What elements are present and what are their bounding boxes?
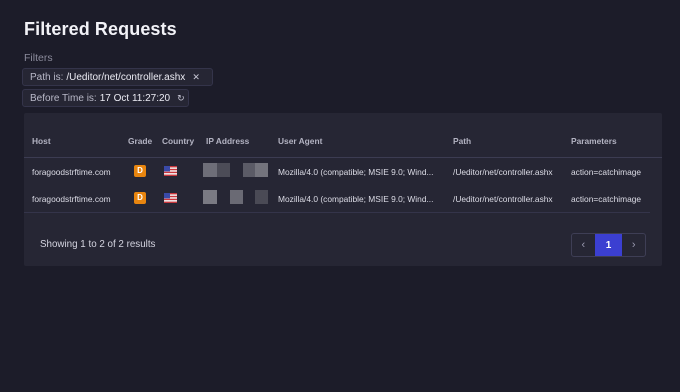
chevron-right-icon[interactable]: › — [622, 234, 645, 256]
grade-badge: D — [134, 165, 146, 177]
column-header-grade[interactable]: Grade — [128, 136, 152, 146]
table-header: Host Grade Country IP Address User Agent… — [24, 113, 662, 158]
filter-value: /Ueditor/net/controller.ashx — [66, 71, 186, 83]
filter-value: 17 Oct 11:27:20 — [99, 92, 171, 104]
parameters-cell: action=catchimage — [571, 194, 642, 204]
column-header-path[interactable]: Path — [453, 136, 471, 146]
host-cell: foragoodstrftime.com — [32, 167, 111, 177]
filtered-requests-page: Filtered Requests Filters Path is: /Uedi… — [0, 0, 680, 392]
page-1-button[interactable]: 1 — [594, 234, 623, 256]
user-agent-cell: Mozilla/4.0 (compatible; MSIE 9.0; Wind.… — [278, 194, 434, 204]
results-summary: Showing 1 to 2 of 2 results — [40, 239, 156, 250]
filter-chip-before-time[interactable]: Before Time is: 17 Oct 11:27:20 ↻ — [22, 89, 189, 107]
table-row[interactable]: foragoodstrftime.com D Mozilla/4.0 (comp… — [24, 159, 650, 186]
close-icon[interactable]: ✕ — [192, 72, 200, 82]
user-agent-cell: Mozilla/4.0 (compatible; MSIE 9.0; Wind.… — [278, 167, 434, 177]
filter-key: Before Time is: — [30, 92, 97, 104]
column-header-ip-address[interactable]: IP Address — [206, 136, 249, 146]
column-header-host[interactable]: Host — [32, 136, 51, 146]
filters-label: Filters — [24, 52, 53, 64]
path-cell: /Ueditor/net/controller.ashx — [453, 167, 553, 177]
table-row[interactable]: foragoodstrftime.com D Mozilla/4.0 (comp… — [24, 186, 650, 213]
us-flag-icon — [164, 166, 177, 176]
parameters-cell: action=catchimage — [571, 167, 642, 177]
page-title: Filtered Requests — [24, 19, 177, 39]
us-flag-icon — [164, 193, 177, 203]
filter-chip-path[interactable]: Path is: /Ueditor/net/controller.ashx ✕ — [22, 68, 213, 86]
chevron-left-icon[interactable]: ‹ — [572, 234, 595, 256]
grade-badge: D — [134, 192, 146, 204]
refresh-icon[interactable]: ↻ — [177, 93, 185, 103]
filter-key: Path is: — [30, 71, 64, 83]
column-header-user-agent[interactable]: User Agent — [278, 136, 322, 146]
path-cell: /Ueditor/net/controller.ashx — [453, 194, 553, 204]
column-header-country[interactable]: Country — [162, 136, 194, 146]
column-header-parameters[interactable]: Parameters — [571, 136, 617, 146]
results-table-card: Host Grade Country IP Address User Agent… — [24, 113, 662, 266]
host-cell: foragoodstrftime.com — [32, 194, 111, 204]
pagination: ‹ 1 › — [571, 233, 646, 257]
